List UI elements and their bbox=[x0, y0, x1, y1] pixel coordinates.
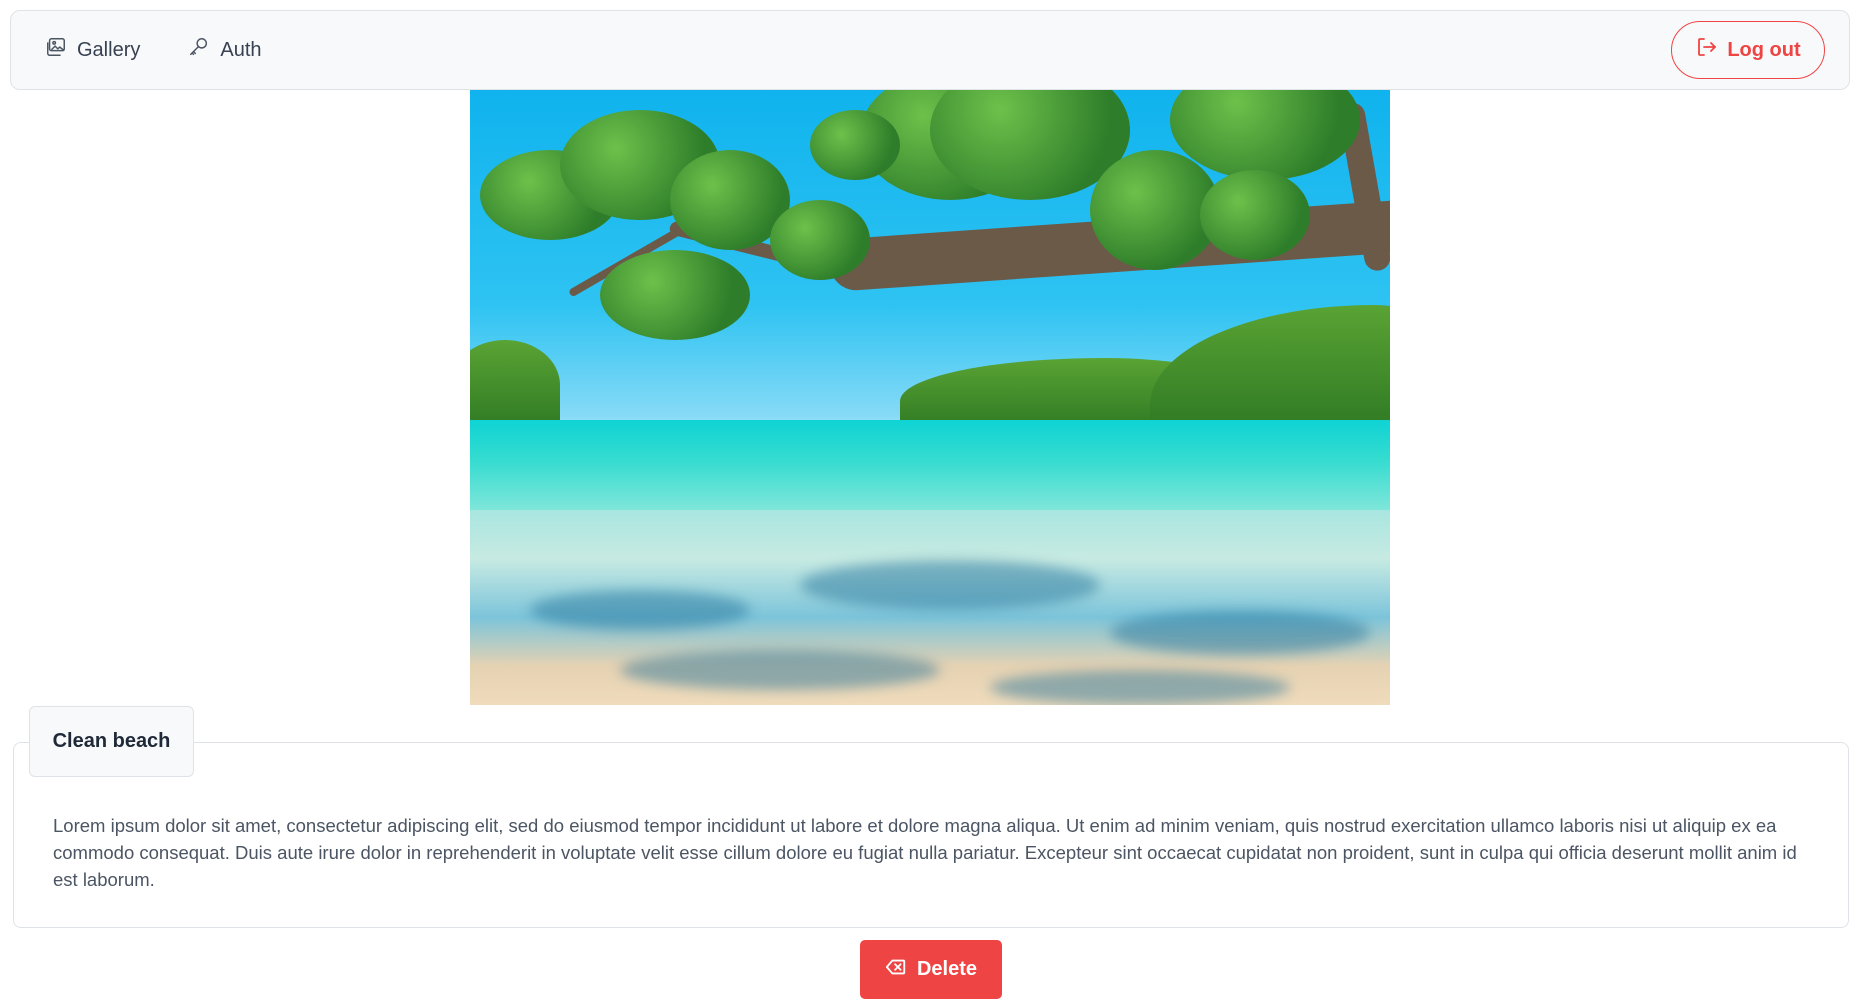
card-title: Clean beach bbox=[29, 706, 194, 777]
tree-shadow bbox=[530, 590, 750, 630]
foliage bbox=[600, 250, 750, 340]
navbar: Gallery Auth Log out bbox=[10, 10, 1850, 90]
nav-item-auth[interactable]: Auth bbox=[188, 36, 262, 64]
island-far-right bbox=[1150, 305, 1390, 430]
island-left bbox=[470, 340, 560, 430]
key-icon bbox=[188, 36, 210, 64]
foliage bbox=[770, 200, 870, 280]
images-icon bbox=[45, 36, 67, 64]
tree-shadow bbox=[800, 560, 1100, 610]
nav-item-label: Gallery bbox=[77, 38, 141, 61]
tree-shadow bbox=[620, 650, 940, 690]
delete-label: Delete bbox=[916, 958, 978, 980]
card-description: Lorem ipsum dolor sit amet, consectetur … bbox=[53, 815, 1797, 890]
delete-button[interactable]: Delete bbox=[860, 940, 1002, 999]
tree-shadow bbox=[1110, 610, 1370, 655]
logout-label: Log out bbox=[1727, 38, 1801, 61]
nav-item-label: Auth bbox=[220, 38, 262, 61]
foliage bbox=[1200, 170, 1310, 260]
backspace-icon bbox=[885, 956, 907, 984]
sea bbox=[470, 420, 1390, 520]
beach-photo bbox=[470, 90, 1390, 705]
tree-shadow bbox=[990, 670, 1290, 705]
logout-button[interactable]: Log out bbox=[1671, 21, 1825, 79]
logout-icon bbox=[1695, 35, 1719, 65]
foliage bbox=[810, 110, 900, 180]
nav-item-gallery[interactable]: Gallery bbox=[45, 36, 140, 64]
